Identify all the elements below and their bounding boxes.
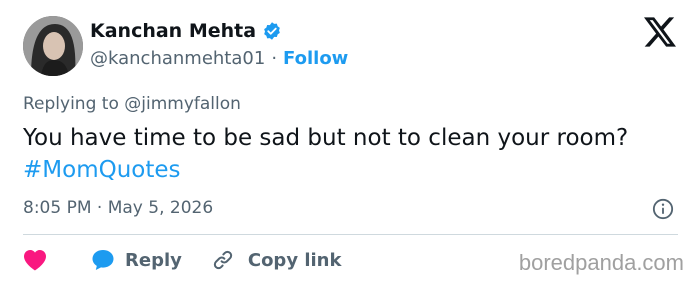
reply-bubble-icon [92, 250, 114, 270]
avatar[interactable] [23, 16, 83, 76]
reply-context: Replying to @jimmyfallon [23, 94, 241, 114]
like-button[interactable] [23, 249, 47, 271]
link-icon [213, 250, 232, 270]
copy-link-label: Copy link [247, 249, 342, 271]
reply-context-mention[interactable]: @jimmyfallon [124, 94, 241, 114]
reply-button[interactable]: Reply [47, 249, 182, 271]
heart-icon [24, 250, 46, 271]
author-name-row: Kanchan Mehta [90, 20, 282, 42]
copy-link-button[interactable]: Copy link [182, 249, 342, 271]
author-display-name[interactable]: Kanchan Mehta [90, 20, 256, 42]
avatar-image [23, 16, 83, 76]
author-handle[interactable]: @kanchanmehta01 [90, 48, 265, 69]
watermark: boredpanda.com [518, 250, 684, 275]
hashtag-link[interactable]: #MomQuotes [23, 157, 181, 183]
tweet-timestamp[interactable]: 8:05 PM · May 5, 2026 [23, 198, 213, 218]
reply-context-prefix: Replying to [23, 94, 119, 114]
author-handle-row: @kanchanmehta01 · Follow [90, 48, 348, 69]
verified-badge-icon [264, 22, 280, 40]
tweet-body: You have time to be sad but not to clean… [23, 125, 629, 151]
action-bar: Reply Copy link [23, 247, 341, 273]
divider [23, 234, 678, 235]
follow-button[interactable]: Follow [283, 48, 348, 69]
tweet-text: You have time to be sad but not to clean… [23, 122, 683, 186]
handle-separator: · [271, 48, 278, 69]
x-logo-icon[interactable] [644, 17, 676, 47]
info-icon[interactable] [652, 198, 674, 220]
reply-label: Reply [125, 249, 182, 271]
